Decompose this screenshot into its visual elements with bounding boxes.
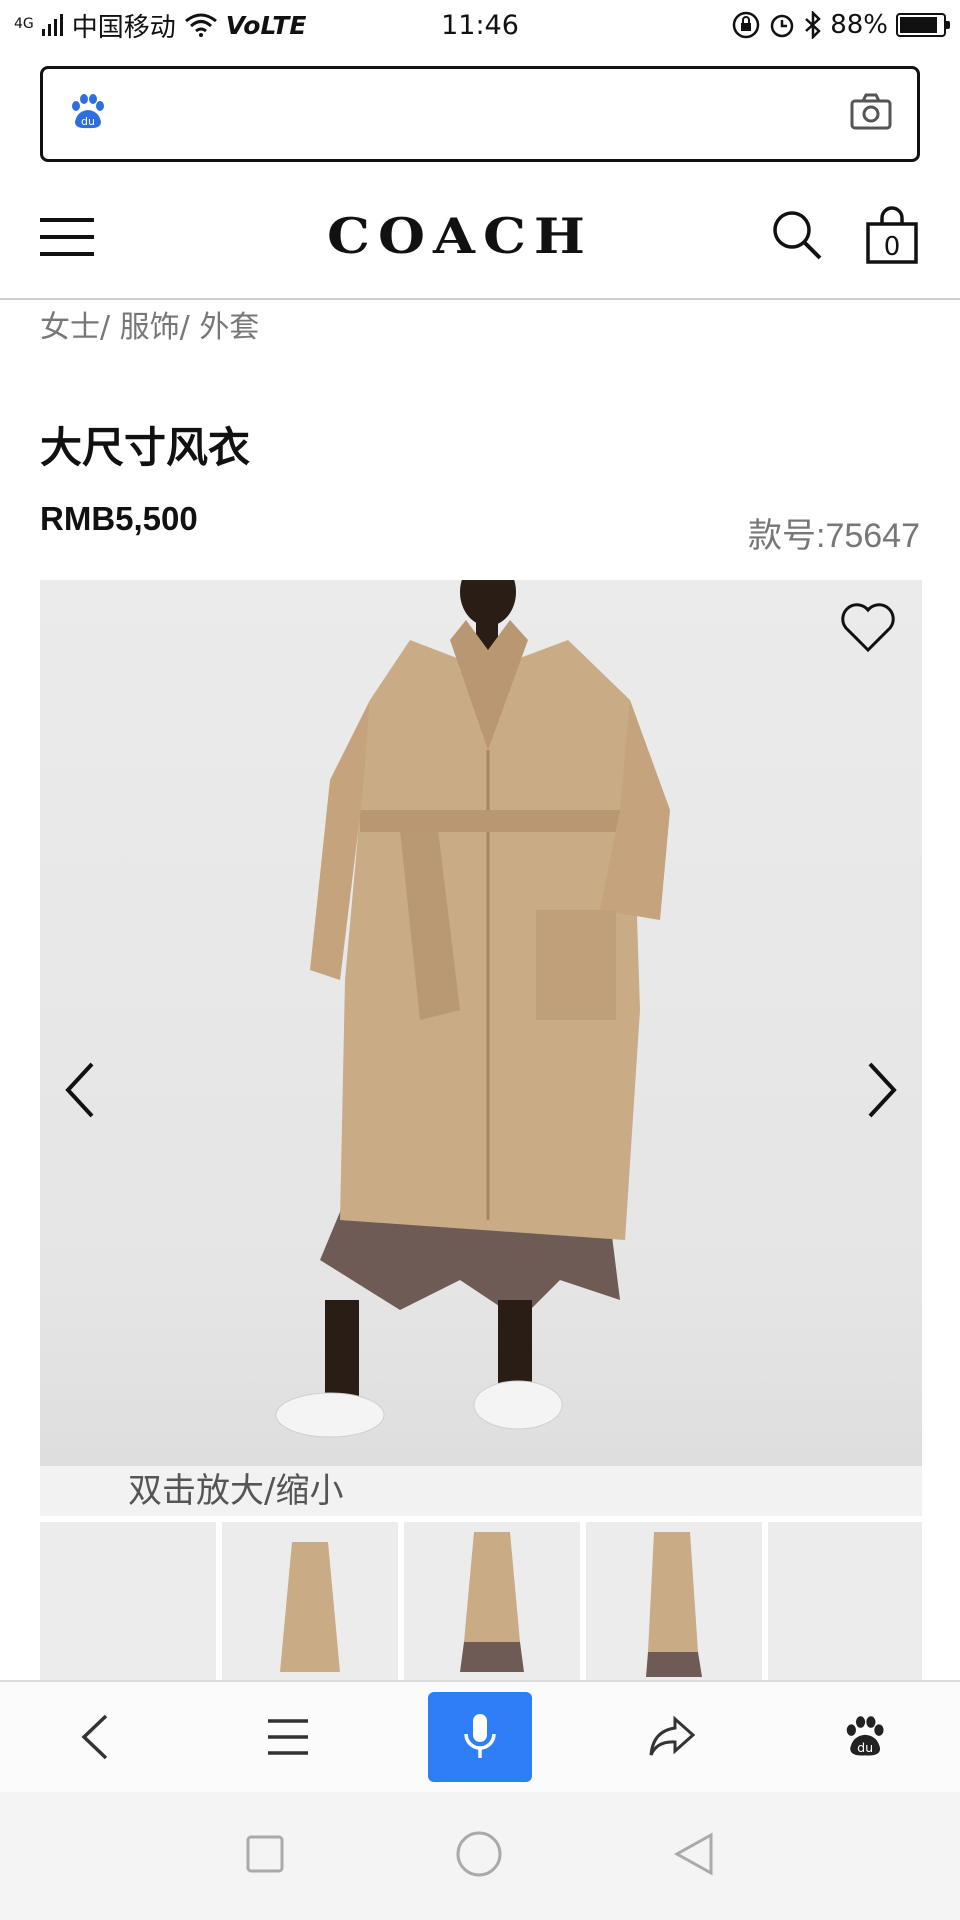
breadcrumb: 女士/ 服饰/ 外套 bbox=[40, 302, 259, 346]
bluetooth-icon bbox=[805, 11, 822, 39]
svg-text:du: du bbox=[81, 115, 95, 128]
wifi-icon bbox=[184, 13, 217, 37]
search-input[interactable] bbox=[123, 98, 849, 130]
brand-logo[interactable]: COACH bbox=[260, 207, 660, 265]
cart-count: 0 bbox=[883, 232, 901, 262]
signal-icon bbox=[41, 14, 63, 36]
android-nav-bar bbox=[0, 1792, 960, 1920]
carousel-prev-icon[interactable] bbox=[60, 1060, 100, 1124]
svg-text:du: du bbox=[857, 1740, 873, 1755]
microphone-icon[interactable] bbox=[428, 1692, 532, 1782]
lock-rotation-icon bbox=[732, 11, 760, 39]
baidu-paw-icon[interactable]: du bbox=[812, 1692, 916, 1782]
alarm-icon bbox=[770, 14, 794, 38]
status-left: 4G 中国移动 VoLTE bbox=[14, 7, 306, 44]
back-icon[interactable] bbox=[44, 1692, 148, 1782]
battery-icon bbox=[896, 13, 950, 37]
thumbnail-1[interactable] bbox=[40, 1522, 216, 1682]
product-photo bbox=[275, 580, 670, 1438]
recents-square-icon[interactable] bbox=[245, 1834, 285, 1878]
breadcrumb-item-outerwear[interactable]: 外套 bbox=[199, 310, 259, 345]
breadcrumb-separator: / bbox=[100, 310, 120, 345]
zoom-hint: 双击放大/缩小 bbox=[40, 1466, 922, 1516]
menu-icon[interactable] bbox=[236, 1692, 340, 1782]
breadcrumb-separator: / bbox=[179, 310, 200, 345]
thumbnail-2[interactable] bbox=[222, 1522, 398, 1682]
menu-icon[interactable] bbox=[40, 214, 94, 260]
back-triangle-icon[interactable] bbox=[673, 1832, 715, 1880]
status-bar: 4G 中国移动 VoLTE 11:46 88% bbox=[0, 0, 960, 50]
battery-percent: 88% bbox=[830, 10, 888, 40]
share-icon[interactable] bbox=[620, 1692, 724, 1782]
carousel-next-icon[interactable] bbox=[862, 1060, 902, 1124]
volte-label: VoLTE bbox=[225, 10, 307, 40]
network-type: 4G bbox=[14, 15, 34, 32]
browser-toolbar: du bbox=[0, 1680, 960, 1792]
search-icon[interactable] bbox=[770, 208, 826, 268]
product-sku: 款号:75647 bbox=[748, 517, 920, 555]
thumbnail-strip bbox=[40, 1522, 922, 1682]
breadcrumb-item-apparel[interactable]: 服饰 bbox=[120, 310, 180, 345]
product-title: 大尺寸风衣 bbox=[40, 423, 251, 472]
breadcrumb-item-women[interactable]: 女士 bbox=[40, 310, 100, 345]
thumbnail-3[interactable] bbox=[404, 1522, 580, 1682]
status-right: 88% bbox=[732, 10, 950, 40]
browser-search-bar[interactable]: du bbox=[40, 66, 920, 162]
carrier-name: 中国移动 bbox=[71, 12, 176, 43]
baidu-paw-icon: du bbox=[67, 92, 107, 136]
camera-icon[interactable] bbox=[849, 92, 893, 136]
home-circle-icon[interactable] bbox=[455, 1830, 503, 1882]
thumbnail-4[interactable] bbox=[586, 1522, 762, 1682]
product-image[interactable] bbox=[40, 580, 922, 1466]
wishlist-heart-icon[interactable] bbox=[838, 600, 898, 658]
site-header: COACH 0 bbox=[0, 190, 960, 300]
thumbnail-5[interactable] bbox=[768, 1522, 922, 1682]
product-price: RMB5,500 bbox=[40, 500, 198, 537]
